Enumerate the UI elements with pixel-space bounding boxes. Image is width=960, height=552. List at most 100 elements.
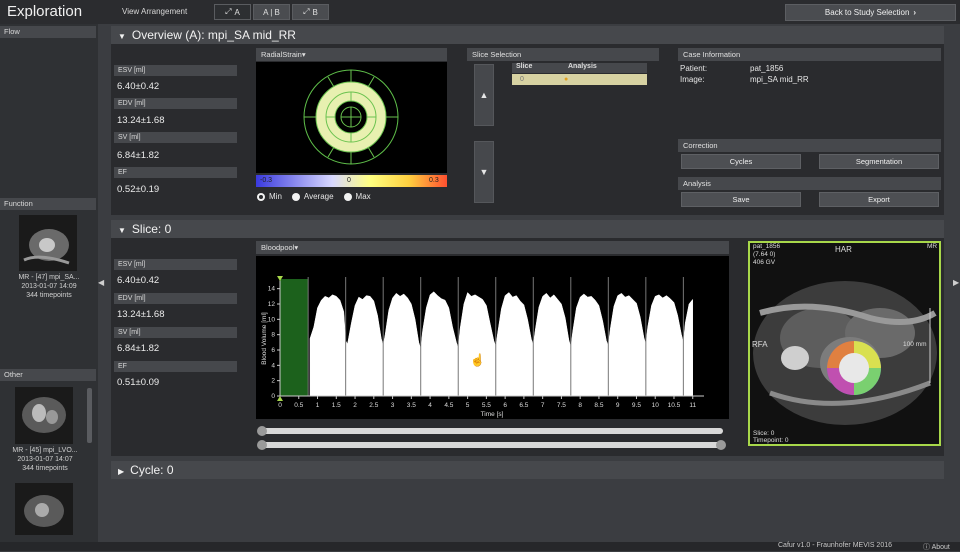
y-tick-label-7: 14 (268, 286, 276, 293)
chevron-right-icon: › (913, 8, 917, 17)
slice-table-row[interactable]: 0 ● (512, 74, 647, 85)
y-tick-label-2: 4 (271, 362, 275, 369)
overview-esv-label: ESV [ml] (114, 65, 237, 76)
mri-orientation-top: HAR (835, 245, 852, 254)
patient-label: Patient: (680, 64, 708, 73)
slice-esv-label: ESV [ml] (114, 259, 237, 270)
cycle-section-header[interactable]: ▶ Cycle: 0 (111, 461, 944, 479)
analysis-status-icon: ● (564, 76, 569, 83)
chart-type-dropdown[interactable]: Bloodpool▾ (256, 241, 729, 254)
slice-down-button[interactable]: ▼ (474, 141, 494, 203)
x-tick-label-8: 4 (428, 402, 432, 409)
timeline-slider-2-start-handle[interactable] (257, 440, 267, 450)
radio-circle-icon (343, 192, 352, 201)
scale-mid-label: 0 (347, 177, 351, 184)
view-b-button[interactable]: ⤢ B (292, 4, 329, 20)
x-tick-label-1: 0.5 (294, 402, 303, 409)
info-icon: ⓘ (923, 544, 930, 551)
series-name: MR - [45] mpi_LVO... (12, 447, 78, 454)
cycle-title: Cycle: 0 (130, 463, 174, 477)
other-panel-header: Other (0, 369, 96, 381)
blood-volume-chart-svg: 0 0.5 1 1.5 2 2.5 3 3.5 4 4.5 5 5.5 6 6.5 7 7.5 8 8.5 9 9.5… (261, 276, 704, 418)
slice-column-header: Slice (516, 63, 533, 70)
timeline-slider-1-handle[interactable] (257, 426, 267, 436)
y-tick-label-3: 6 (271, 347, 275, 354)
other-series-thumbnail[interactable] (15, 387, 73, 444)
timeline-slider-2-end-handle[interactable] (716, 440, 726, 450)
x-tick-label-14: 7 (541, 402, 545, 409)
blood-volume-chart[interactable]: 0 0.5 1 1.5 2 2.5 3 3.5 4 4.5 5 5.5 6 6.5 7 7.5 8 8.5 9 9.5… (256, 256, 729, 419)
view-ab-button[interactable]: A | B (253, 4, 290, 20)
case-information-header: Case Information (678, 48, 941, 61)
bullseye-svg (303, 69, 399, 165)
strain-radio-group: Min Average Max (257, 192, 371, 201)
mri-overlay-info: pat_1856 (7.64 0) 406 GV (753, 243, 780, 267)
x-tick-label-22: 11 (689, 402, 696, 409)
series-date: 2013-01-07 14:07 (17, 456, 73, 463)
radio-average[interactable]: Average (291, 192, 334, 201)
slice-up-button[interactable]: ▲ (474, 64, 494, 126)
flow-panel-header: Flow (0, 26, 96, 38)
slice-section-header[interactable]: ▼ Slice: 0 (111, 220, 944, 238)
other-series-info: MR - [45] mpi_LVO... 2013-01-07 14:07 34… (0, 446, 90, 473)
y-tick-label-6: 12 (268, 301, 276, 308)
series-date: 2013-01-07 14:09 (21, 283, 77, 290)
blood-volume-area (309, 291, 693, 397)
collapse-left-arrow-icon[interactable]: ◀ (98, 278, 104, 287)
export-button[interactable]: Export (819, 192, 939, 207)
mri-thumbnail-image (15, 387, 73, 444)
expanded-triangle-icon: ▼ (118, 32, 126, 41)
back-to-study-selection-button[interactable]: Back to Study Selection › (785, 4, 956, 21)
mri-position-text: (7.64 0) (753, 251, 776, 258)
view-a-button[interactable]: ⤢ A (214, 4, 251, 20)
overview-edv-label: EDV [ml] (114, 98, 237, 109)
y-tick-label-4: 8 (271, 332, 275, 339)
correction-header: Correction (678, 139, 941, 152)
chevron-up-icon: ▲ (479, 90, 489, 100)
slice-ef-label: EF (114, 361, 237, 372)
timeline-slider-1[interactable] (259, 428, 723, 434)
dropdown-arrow-icon: ▾ (301, 50, 306, 59)
patient-value: pat_1856 (750, 64, 784, 73)
overview-title: Overview (A): mpi_SA mid_RR (131, 28, 296, 42)
radio-max[interactable]: Max (343, 192, 371, 201)
x-tick-label-3: 1.5 (332, 402, 341, 409)
overview-sv-value: 6.84±1.82 (117, 150, 160, 161)
save-button[interactable]: Save (681, 192, 801, 207)
image-label: Image: (680, 75, 705, 84)
y-tick-label-5: 10 (268, 316, 276, 323)
slice-selection-header: Slice Selection (467, 48, 659, 61)
left-panel-scrollbar[interactable] (87, 388, 92, 443)
x-tick-label-10: 5 (466, 402, 470, 409)
function-series-info: MR - [47] mpi_SA... 2013-01-07 14:09 344… (0, 273, 98, 300)
timeline-slider-2[interactable] (259, 442, 723, 448)
expand-right-arrow-icon[interactable]: ▶ (953, 278, 959, 287)
mri-modality-text: MR (927, 243, 938, 250)
segmentation-button[interactable]: Segmentation (819, 154, 939, 169)
view-arrangement-label: View Arrangement (122, 7, 188, 16)
other-series-thumbnail-2[interactable] (15, 483, 73, 535)
slice-title: Slice: 0 (131, 222, 172, 236)
function-series-thumbnail[interactable] (19, 215, 77, 271)
slice-esv-value: 6.40±0.42 (117, 275, 160, 286)
overview-sv-label: SV [ml] (114, 132, 237, 143)
radio-circle-icon (291, 192, 300, 201)
mri-thumbnail-image (19, 215, 77, 271)
overview-section-header[interactable]: ▼ Overview (A): mpi_SA mid_RR (111, 26, 944, 44)
mouse-cursor-icon: ☝ (470, 353, 485, 367)
slice-table-header: Slice Analysis (512, 63, 647, 73)
radio-min[interactable]: Min (257, 192, 282, 201)
bullseye-plot[interactable] (256, 62, 447, 173)
resize-icon: ⤢ (303, 7, 310, 16)
cycles-button[interactable]: Cycles (681, 154, 801, 169)
mri-scale-label: 100 mm (903, 341, 927, 348)
series-name: MR - [47] mpi_SA... (18, 274, 80, 281)
y-axis-label: Blood Volume [ml] (261, 312, 268, 365)
overview-esv-value: 6.40±0.42 (117, 81, 160, 92)
y-tick-label-0: 0 (271, 393, 275, 400)
x-tick-label-4: 2 (353, 402, 357, 409)
slice-cell: 0 (520, 76, 524, 83)
x-tick-label-6: 3 (391, 402, 395, 409)
strain-type-dropdown[interactable]: RadialStrain▾ (256, 48, 447, 61)
x-tick-label-19: 9.5 (632, 402, 641, 409)
